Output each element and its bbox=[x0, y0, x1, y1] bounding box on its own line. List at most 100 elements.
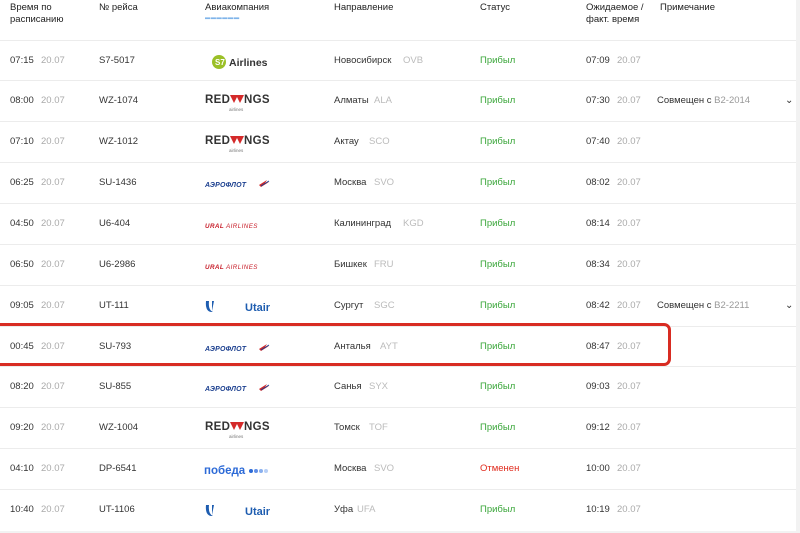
airline-logo: RED NGS airlines bbox=[203, 85, 283, 119]
header-direction[interactable]: Направление bbox=[334, 2, 393, 14]
scheduled-time: 08:20 bbox=[10, 381, 34, 392]
table-row[interactable]: 06:25 20.07 SU-1436 АЭРОФЛОТ Москва SVO Прибыл… bbox=[0, 162, 796, 204]
svg-text:АЭРОФЛОТ: АЭРОФЛОТ bbox=[204, 346, 247, 353]
airline-logo: АЭРОФЛОТ bbox=[203, 371, 283, 405]
table-row[interactable]: 04:50 20.07 U6-404 URAL AIRLINES Калининград K… bbox=[0, 203, 796, 245]
airline-logo: победа bbox=[203, 453, 283, 487]
airline-logo: Utair bbox=[203, 494, 283, 528]
destination-city: Москва bbox=[334, 463, 367, 474]
expected-date: 20.07 bbox=[617, 341, 641, 352]
expected-date: 20.07 bbox=[617, 136, 641, 147]
airline-logo: АЭРОФЛОТ bbox=[203, 331, 283, 365]
flight-board: Время по расписанию № рейса Авиакомпания … bbox=[0, 0, 796, 531]
airport-code: TOF bbox=[369, 422, 388, 433]
table-row[interactable]: 06:50 20.07 U6-2986 URAL AIRLINES Бишкек FRU Пр… bbox=[0, 244, 796, 286]
scheduled-time: 04:50 bbox=[10, 218, 34, 229]
destination-city: Анталья bbox=[334, 341, 371, 352]
flight-status: Прибыл bbox=[480, 95, 516, 106]
scheduled-date: 20.07 bbox=[41, 504, 65, 515]
airline-logo: URAL AIRLINES bbox=[203, 208, 283, 242]
expected-date: 20.07 bbox=[617, 504, 641, 515]
svg-text:airlines: airlines bbox=[229, 148, 244, 153]
header-flight-number[interactable]: № рейса bbox=[99, 2, 138, 14]
scheduled-date: 20.07 bbox=[41, 95, 65, 106]
destination-city: Томск bbox=[334, 422, 360, 433]
expected-time: 08:47 bbox=[586, 341, 610, 352]
flight-number: SU-793 bbox=[99, 341, 132, 352]
table-row[interactable]: 09:20 20.07 WZ-1004 RED NGS airlines Томск TOF П… bbox=[0, 407, 796, 449]
header-scheduled-time[interactable]: Время по расписанию bbox=[10, 2, 63, 26]
airport-code: SYX bbox=[369, 381, 389, 392]
svg-text:победа: победа bbox=[204, 465, 246, 477]
table-row[interactable]: 07:10 20.07 WZ-1012 RED NGS airlines Актау SCO П… bbox=[0, 121, 796, 163]
flight-number: SU-855 bbox=[99, 381, 132, 392]
cropped-airline-logo: ━━━━━━ bbox=[205, 14, 240, 23]
flight-status: Прибыл bbox=[480, 422, 516, 433]
expected-date: 20.07 bbox=[617, 218, 641, 229]
header-note: Примечание bbox=[660, 2, 715, 13]
expected-time: 08:14 bbox=[586, 218, 610, 229]
destination-city: Алматы bbox=[334, 95, 369, 106]
svg-text:AIRLINES: AIRLINES bbox=[225, 223, 258, 230]
table-header: Время по расписанию № рейса Авиакомпания … bbox=[0, 0, 796, 34]
destination-city: Санья bbox=[334, 381, 362, 392]
flight-number: UT-1106 bbox=[99, 504, 135, 515]
flight-status: Прибыл bbox=[480, 177, 516, 188]
scheduled-date: 20.07 bbox=[41, 55, 65, 66]
expected-time: 09:03 bbox=[586, 381, 610, 392]
table-row[interactable]: 10:40 20.07 UT-1106 Utair Уфа UFA Прибыл 10:19 2… bbox=[0, 489, 796, 531]
scheduled-date: 20.07 bbox=[41, 218, 65, 229]
header-status[interactable]: Статус bbox=[480, 2, 510, 14]
svg-text:S7: S7 bbox=[215, 58, 225, 67]
svg-text:АЭРОФЛОТ: АЭРОФЛОТ bbox=[204, 386, 247, 393]
airport-code: SCO bbox=[369, 136, 390, 147]
scheduled-date: 20.07 bbox=[41, 300, 65, 311]
airline-logo: URAL AIRLINES bbox=[203, 249, 283, 283]
svg-text:URAL: URAL bbox=[205, 223, 224, 230]
expected-time: 10:19 bbox=[586, 504, 610, 515]
header-expected-time[interactable]: Ожидаемое / факт. время bbox=[586, 2, 644, 26]
flight-number: WZ-1074 bbox=[99, 95, 139, 106]
flight-number: WZ-1012 bbox=[99, 136, 139, 147]
flight-number: S7-5017 bbox=[99, 55, 135, 66]
svg-text:NGS: NGS bbox=[244, 94, 270, 106]
expected-time: 07:09 bbox=[586, 55, 610, 66]
table-row[interactable]: 04:10 20.07 DP-6541 победа Москва SVO Отменен 1… bbox=[0, 448, 796, 490]
airport-code: KGD bbox=[403, 218, 424, 229]
airport-code: SVO bbox=[374, 177, 395, 188]
flight-status: Прибыл bbox=[480, 341, 516, 352]
scheduled-time: 08:00 bbox=[10, 95, 34, 106]
scheduled-time: 07:10 bbox=[10, 136, 34, 147]
airport-code: FRU bbox=[374, 259, 394, 270]
svg-text:AIRLINES: AIRLINES bbox=[225, 264, 258, 271]
destination-city: Москва bbox=[334, 177, 367, 188]
scheduled-date: 20.07 bbox=[41, 136, 65, 147]
table-row[interactable]: 00:45 20.07 SU-793 АЭРОФЛОТ Анталья AYT Прибыл… bbox=[0, 326, 796, 368]
table-row[interactable]: 09:05 20.07 UT-111 Utair Сургут SGC Прибыл 08:4… bbox=[0, 285, 796, 327]
flight-status: Отменен bbox=[480, 463, 520, 474]
flight-number: DP-6541 bbox=[99, 463, 137, 474]
table-row[interactable]: 08:20 20.07 SU-855 АЭРОФЛОТ Санья SYX Прибыл 09… bbox=[0, 366, 796, 408]
expected-time: 08:02 bbox=[586, 177, 610, 188]
table-row[interactable]: 08:00 20.07 WZ-1074 RED NGS airlines Алматы ALA… bbox=[0, 80, 796, 122]
svg-text:airlines: airlines bbox=[229, 107, 244, 112]
flight-status: Прибыл bbox=[480, 300, 516, 311]
destination-city: Бишкек bbox=[334, 259, 367, 270]
scheduled-date: 20.07 bbox=[41, 341, 65, 352]
chevron-down-icon[interactable]: ⌄ bbox=[785, 94, 793, 108]
destination-city: Калининград bbox=[334, 218, 392, 229]
expected-date: 20.07 bbox=[617, 422, 641, 433]
scheduled-date: 20.07 bbox=[41, 381, 65, 392]
airline-logo: RED NGS airlines bbox=[203, 412, 283, 446]
expected-time: 08:42 bbox=[586, 300, 610, 311]
flight-number: U6-2986 bbox=[99, 259, 136, 270]
expected-date: 20.07 bbox=[617, 95, 641, 106]
scheduled-time: 07:15 bbox=[10, 55, 34, 66]
svg-text:RED: RED bbox=[205, 421, 230, 433]
chevron-down-icon[interactable]: ⌄ bbox=[785, 299, 793, 313]
table-row[interactable]: 07:15 20.07 S7-5017 S7 Airlines Новосибирск OV… bbox=[0, 40, 796, 82]
header-airline[interactable]: Авиакомпания bbox=[205, 2, 269, 14]
expected-date: 20.07 bbox=[617, 381, 641, 392]
airline-logo: S7 Airlines bbox=[203, 45, 283, 79]
expected-time: 09:12 bbox=[586, 422, 610, 433]
